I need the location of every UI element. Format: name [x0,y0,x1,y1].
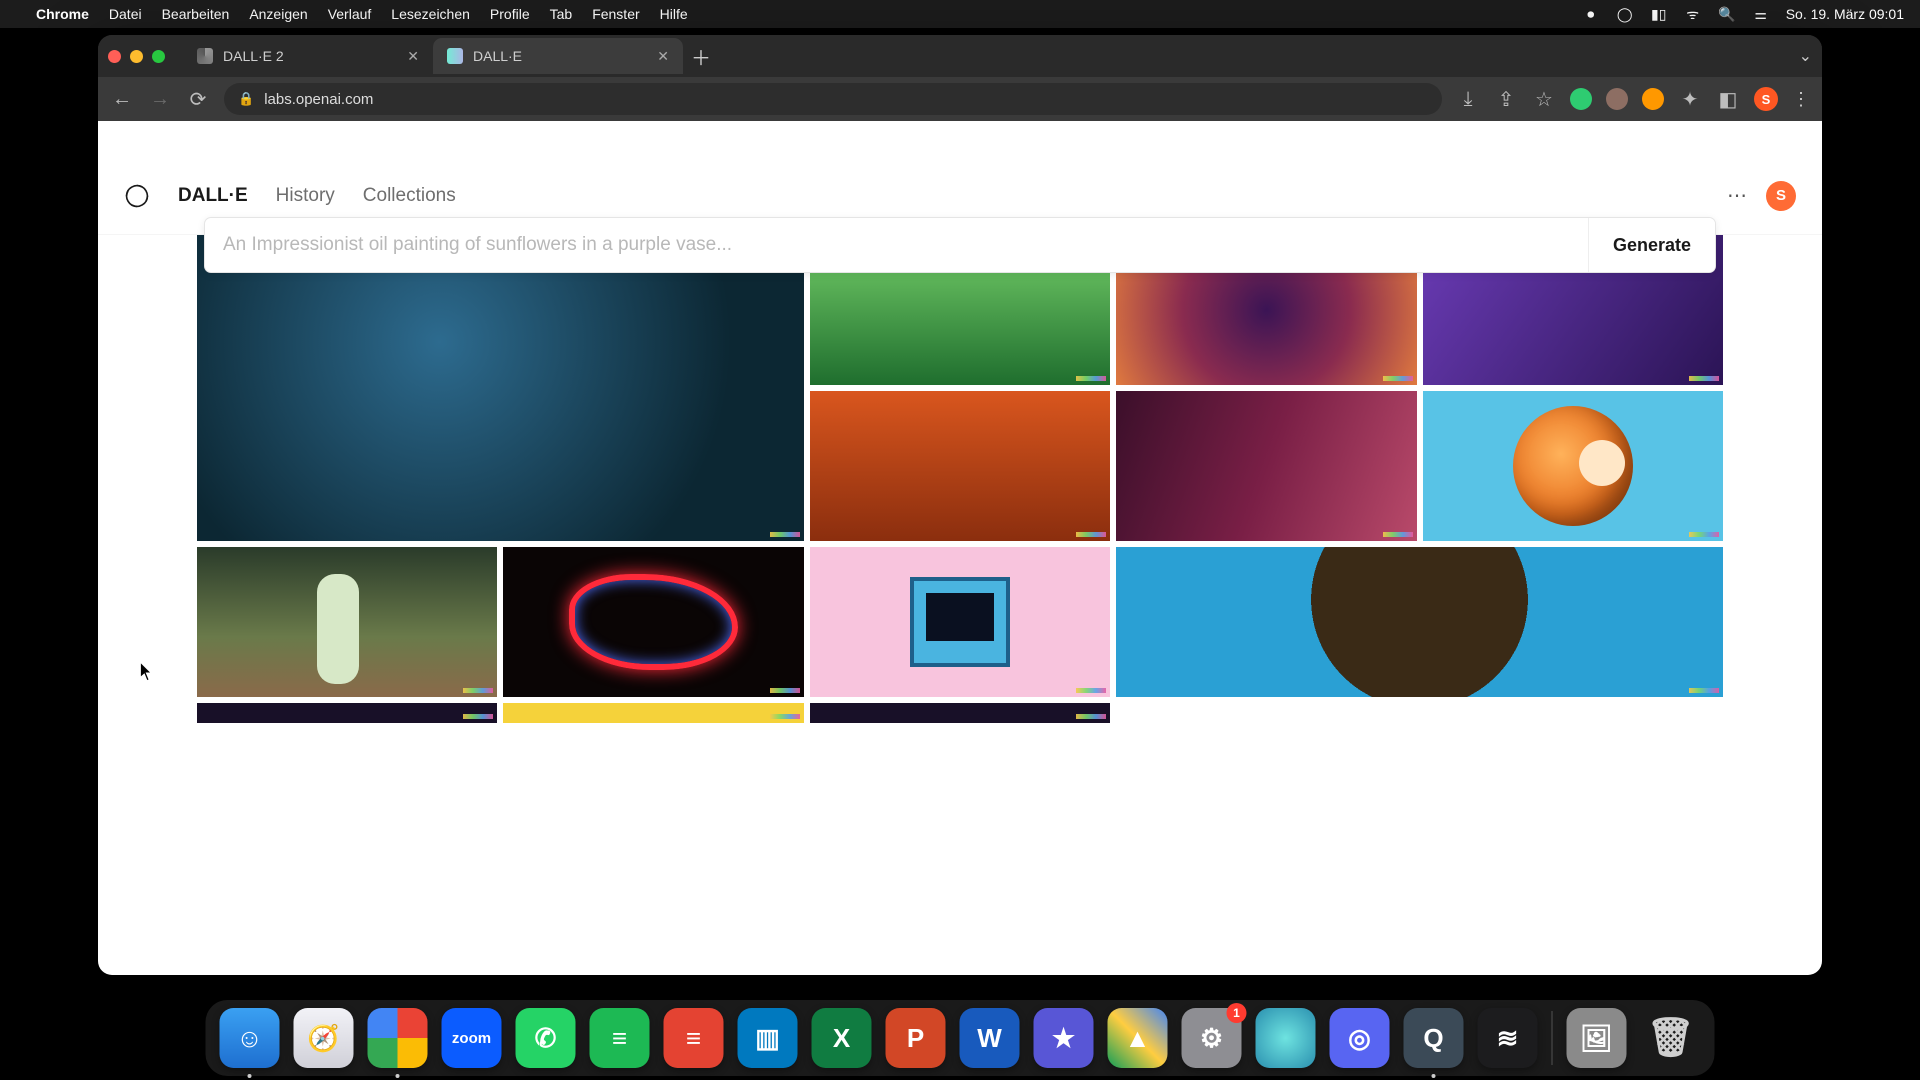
loom-icon[interactable]: ◯ [1616,5,1634,23]
gallery-tile[interactable] [197,547,497,697]
tab-title: DALL·E 2 [223,48,284,64]
gallery-tile[interactable] [810,703,1110,723]
dock-todoist-icon[interactable]: ≡ [664,1008,724,1068]
gallery-tile[interactable] [197,235,804,541]
menu-tab[interactable]: Tab [550,6,573,22]
gallery-tile[interactable] [1116,391,1416,541]
nav-history[interactable]: History [276,185,335,207]
chrome-menu-icon[interactable]: ⋮ [1792,89,1810,110]
share-icon[interactable]: ⇪ [1494,87,1518,112]
bookmark-star-icon[interactable]: ☆ [1532,87,1556,112]
more-menu-icon[interactable]: ⋯ [1727,183,1748,208]
gallery-tile[interactable] [810,547,1110,697]
dock-chrome-icon[interactable] [368,1008,428,1068]
running-indicator-icon [248,1074,252,1078]
extension-orange-icon[interactable] [1642,88,1664,110]
dock-quicktime-icon[interactable]: Q [1404,1008,1464,1068]
macos-dock: ☺🧭zoom✆≡≡▥XPW★▲⚙1◎Q≋🖼🗑 [206,1000,1715,1076]
extensions-puzzle-icon[interactable]: ✦ [1678,87,1702,112]
tab-dalle2[interactable]: DALL·E 2 ✕ [183,38,433,74]
address-bar[interactable]: 🔒 labs.openai.com [224,83,1442,115]
reload-button[interactable]: ⟳ [186,87,210,112]
dock-settings-icon[interactable]: ⚙1 [1182,1008,1242,1068]
extension-brown-icon[interactable] [1606,88,1628,110]
favicon-icon [197,48,213,64]
dock-discord-icon[interactable]: ◎ [1330,1008,1390,1068]
user-avatar[interactable]: S [1766,181,1796,211]
gallery-tile[interactable] [810,391,1110,541]
screen-record-icon[interactable]: ⏺ [1582,5,1600,23]
dock-spotify-icon[interactable]: ≡ [590,1008,650,1068]
menubar-datetime[interactable]: So. 19. März 09:01 [1786,6,1904,22]
dock-excel-icon[interactable]: X [812,1008,872,1068]
chrome-window: DALL·E 2 ✕ DALL·E ✕ ＋ ⌄ ← → ⟳ 🔒 labs.ope… [98,35,1822,975]
dock-google-drive-icon[interactable]: ▲ [1108,1008,1168,1068]
dock-imovie-icon[interactable]: ★ [1034,1008,1094,1068]
gallery-tile[interactable] [1423,391,1723,541]
running-indicator-icon [396,1074,400,1078]
menu-profile[interactable]: Profile [490,6,530,22]
page-content: DALL·E History Collections ⋯ S [98,121,1822,975]
close-tab-icon[interactable]: ✕ [657,48,669,65]
prompt-input[interactable] [205,234,1588,256]
macos-menubar: Chrome Datei Bearbeiten Anzeigen Verlauf… [0,0,1920,28]
dock-separator [1552,1011,1553,1065]
profile-avatar[interactable]: S [1754,87,1778,111]
dock-finder-icon[interactable]: ☺ [220,1008,280,1068]
dock-trash-icon[interactable]: 🗑 [1641,1008,1701,1068]
generate-button[interactable]: Generate [1588,218,1715,272]
window-controls [108,50,165,63]
dock-siri-orb-icon[interactable] [1256,1008,1316,1068]
install-app-icon[interactable]: ⤓ [1456,88,1480,111]
menu-datei[interactable]: Datei [109,6,142,22]
spotlight-icon[interactable]: 🔍 [1718,5,1736,23]
tab-title: DALL·E [473,48,522,64]
gallery-tile[interactable] [197,703,497,723]
nav-brand[interactable]: DALL·E [178,185,248,207]
back-button[interactable]: ← [110,88,134,111]
dock-safari-icon[interactable]: 🧭 [294,1008,354,1068]
openai-logo-icon[interactable] [124,183,150,209]
tab-dalle-active[interactable]: DALL·E ✕ [433,38,683,74]
dock-voice-memos-icon[interactable]: ≋ [1478,1008,1538,1068]
dock-powerpoint-icon[interactable]: P [886,1008,946,1068]
menu-anzeigen[interactable]: Anzeigen [249,6,307,22]
notification-badge: 1 [1227,1003,1247,1023]
menu-lesezeichen[interactable]: Lesezeichen [391,6,470,22]
lock-icon: 🔒 [238,91,254,107]
tab-strip: DALL·E 2 ✕ DALL·E ✕ ＋ ⌄ [98,35,1822,77]
wifi-icon[interactable]: ᯤ [1684,5,1702,23]
dock-whatsapp-icon[interactable]: ✆ [516,1008,576,1068]
sidepanel-icon[interactable]: ◧ [1716,87,1740,112]
tab-overflow-button[interactable]: ⌄ [1799,46,1812,66]
app-name[interactable]: Chrome [36,6,89,22]
menu-bearbeiten[interactable]: Bearbeiten [162,6,230,22]
favicon-icon [447,48,463,64]
dock-trello-icon[interactable]: ▥ [738,1008,798,1068]
dock-zoom-icon[interactable]: zoom [442,1008,502,1068]
gallery-tile[interactable] [503,547,803,697]
menu-hilfe[interactable]: Hilfe [660,6,688,22]
forward-button[interactable]: → [148,88,172,111]
gallery-tile[interactable] [1116,547,1723,697]
nav-collections[interactable]: Collections [363,185,456,207]
running-indicator-icon [1432,1074,1436,1078]
battery-icon[interactable]: ▮▯ [1650,5,1668,23]
url-text: labs.openai.com [264,91,373,108]
extension-shield-icon[interactable] [1570,88,1592,110]
zoom-window-button[interactable] [152,50,165,63]
menu-fenster[interactable]: Fenster [592,6,639,22]
close-window-button[interactable] [108,50,121,63]
browser-toolbar: ← → ⟳ 🔒 labs.openai.com ⤓ ⇪ ☆ ✦ ◧ S ⋮ [98,77,1822,121]
new-tab-button[interactable]: ＋ [691,42,711,71]
prompt-bar: Generate [204,217,1716,273]
menu-verlauf[interactable]: Verlauf [328,6,372,22]
dock-word-icon[interactable]: W [960,1008,1020,1068]
minimize-window-button[interactable] [130,50,143,63]
dock-preview-stack-icon[interactable]: 🖼 [1567,1008,1627,1068]
close-tab-icon[interactable]: ✕ [407,48,419,65]
control-center-icon[interactable]: ⚌ [1752,5,1770,23]
gallery-tile[interactable] [503,703,803,723]
